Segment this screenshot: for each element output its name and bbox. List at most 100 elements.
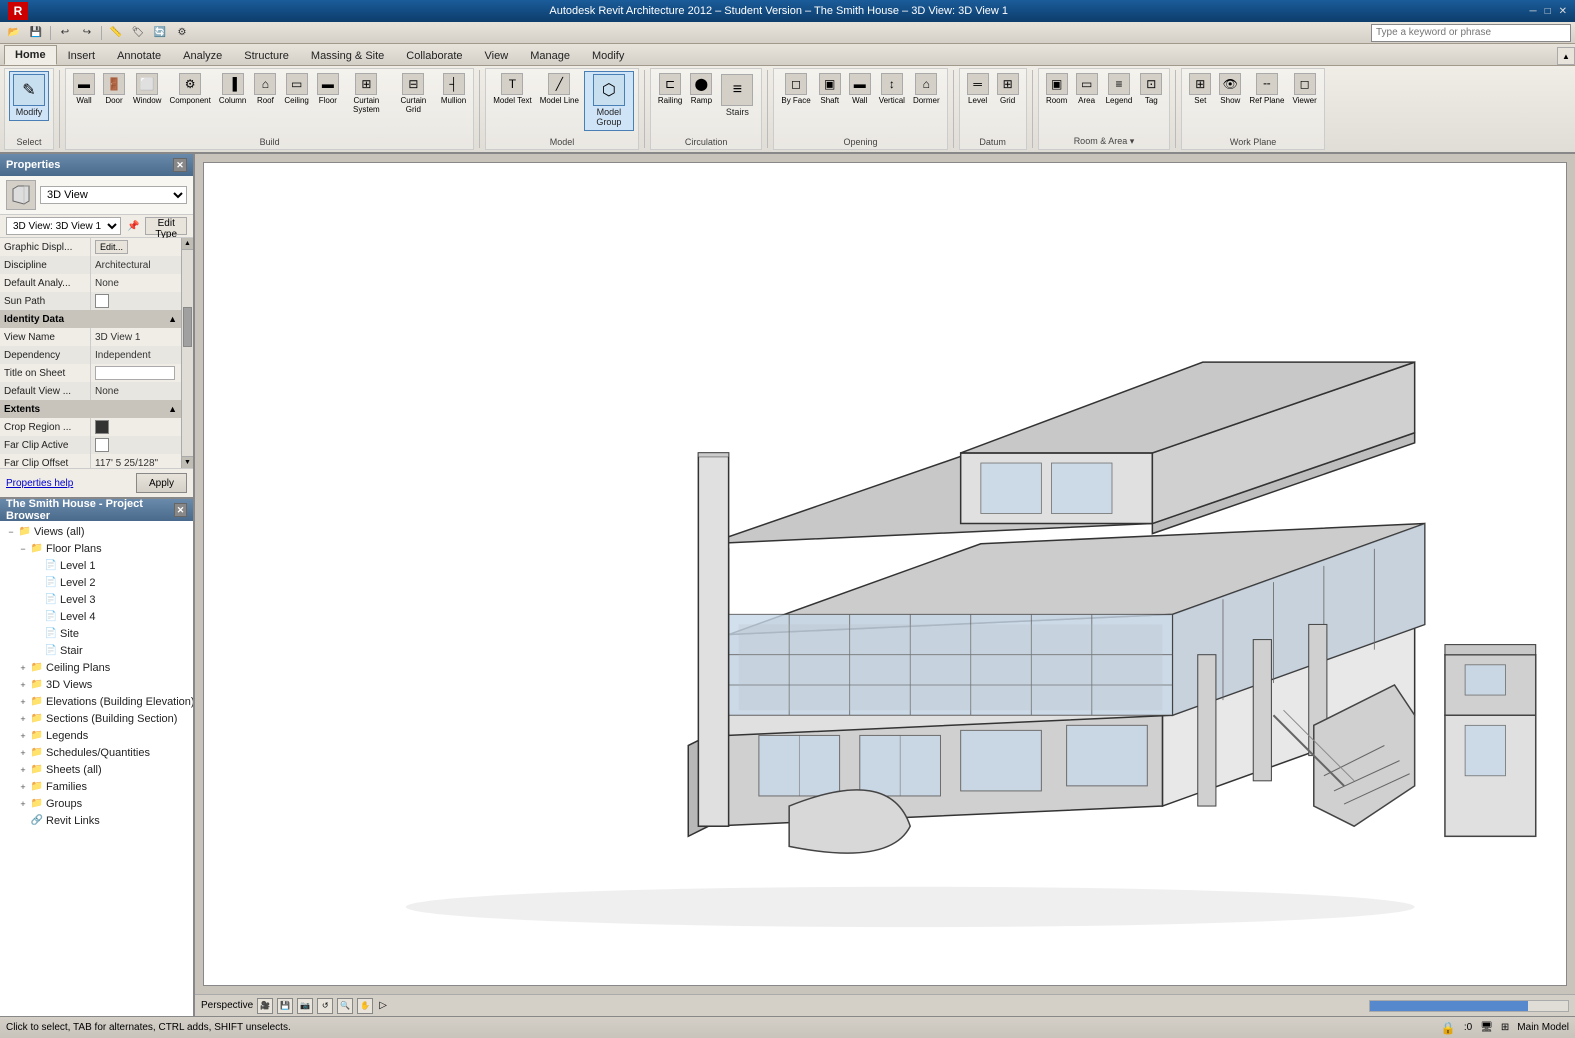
ribbon-btn-viewer[interactable]: ◻ Viewer [1289, 71, 1319, 107]
tree-item-legends[interactable]: + 📁 Legends [2, 727, 191, 744]
ribbon-btn-model-group[interactable]: ⬡ Model Group [584, 71, 634, 131]
prop-value-title-on-sheet[interactable] [91, 364, 182, 382]
ribbon-btn-railing[interactable]: ⊏ Railing [655, 71, 685, 107]
ribbon-collapse-btn[interactable]: ▲ [1557, 47, 1575, 65]
ribbon-btn-curtain-system[interactable]: ⊞ Curtain System [344, 71, 389, 116]
project-browser-content[interactable]: − 📁 Views (all) − 📁 Floor Plans 📄 Level … [0, 521, 193, 1016]
sun-path-checkbox[interactable] [95, 294, 109, 308]
ribbon-btn-room[interactable]: ▣ Room [1043, 71, 1071, 107]
ribbon-btn-dormer[interactable]: ⌂ Dormer [910, 71, 943, 107]
tree-expand-families[interactable]: + [16, 780, 30, 794]
ribbon-btn-stairs[interactable]: ≡ Stairs [717, 71, 757, 121]
ribbon-btn-column[interactable]: ▐ Column [216, 71, 250, 107]
properties-help-link[interactable]: Properties help [6, 478, 73, 489]
ribbon-btn-area[interactable]: ▭ Area [1073, 71, 1101, 107]
ribbon-btn-wall-opening[interactable]: ▬ Wall [846, 71, 874, 107]
qa-undo-btn[interactable]: ↩ [55, 24, 75, 42]
tab-annotate[interactable]: Annotate [106, 46, 172, 65]
properties-scroll-thumb[interactable] [183, 307, 192, 347]
tree-item-stair[interactable]: 📄 Stair [2, 642, 191, 659]
tree-item-level4[interactable]: 📄 Level 4 [2, 608, 191, 625]
ribbon-btn-vertical[interactable]: ↕ Vertical [876, 71, 908, 107]
qa-redo-btn[interactable]: ↪ [77, 24, 97, 42]
qa-settings-btn[interactable]: ⚙ [172, 24, 192, 42]
tree-item-level1[interactable]: 📄 Level 1 [2, 557, 191, 574]
instance-dropdown[interactable]: 3D View: 3D View 1 [6, 217, 121, 235]
tree-expand-sections[interactable]: + [16, 712, 30, 726]
tree-item-groups[interactable]: + 📁 Groups [2, 795, 191, 812]
tab-structure[interactable]: Structure [233, 46, 300, 65]
ribbon-btn-component[interactable]: ⚙ Component [166, 71, 213, 107]
tree-expand-floor-plans[interactable]: − [16, 542, 30, 556]
qa-save-btn[interactable]: 💾 [26, 24, 46, 42]
viewport-content[interactable] [203, 162, 1567, 986]
qa-measure-btn[interactable]: 📏 [106, 24, 126, 42]
ribbon-btn-ramp[interactable]: ⬤ Ramp [687, 71, 715, 107]
properties-scrollbar[interactable]: ▲ ▼ [181, 238, 193, 468]
tree-item-sections[interactable]: + 📁 Sections (Building Section) [2, 710, 191, 727]
tab-massing[interactable]: Massing & Site [300, 46, 395, 65]
maximize-btn[interactable]: □ [1545, 6, 1551, 17]
tree-item-families[interactable]: + 📁 Families [2, 778, 191, 795]
title-on-sheet-input[interactable] [95, 366, 175, 380]
tree-expand-ceiling-plans[interactable]: + [16, 661, 30, 675]
qa-tag-btn[interactable]: 🏷 [128, 24, 148, 42]
viewport-camera-btn[interactable]: 📷 [297, 998, 313, 1014]
ribbon-btn-legend[interactable]: ≡ Legend [1103, 71, 1136, 107]
properties-rows-scroll[interactable]: Graphic Displ... Edit... Discipline Arch… [0, 238, 193, 468]
graphic-disp-edit-btn[interactable]: Edit... [95, 240, 128, 254]
ribbon-btn-tag[interactable]: ⊡ Tag [1137, 71, 1165, 107]
tree-item-floor-plans[interactable]: − 📁 Floor Plans [2, 540, 191, 557]
viewport-save-btn[interactable]: 💾 [277, 998, 293, 1014]
ribbon-btn-mullion[interactable]: ┤ Mullion [438, 71, 469, 107]
ribbon-btn-level[interactable]: ═ Level [964, 71, 992, 107]
ribbon-btn-by-face[interactable]: ◻ By Face [778, 71, 813, 107]
close-btn[interactable]: ✕ [1559, 6, 1567, 17]
minimize-btn[interactable]: ─ [1529, 6, 1536, 17]
ribbon-btn-curtain-grid[interactable]: ⊟ Curtain Grid [391, 71, 436, 116]
ribbon-btn-ceiling[interactable]: ▭ Ceiling [281, 71, 311, 107]
tree-item-elevations[interactable]: + 📁 Elevations (Building Elevation) [2, 693, 191, 710]
ribbon-btn-shaft[interactable]: ▣ Shaft [816, 71, 844, 107]
ribbon-btn-set[interactable]: ⊞ Set [1186, 71, 1214, 107]
viewport-expand-btn[interactable]: ▷ [379, 1000, 387, 1011]
qa-sync-btn[interactable]: 🔄 [150, 24, 170, 42]
view-type-dropdown[interactable]: 3D View [40, 186, 187, 204]
tree-expand-views-all[interactable]: − [4, 525, 18, 539]
apply-btn[interactable]: Apply [136, 473, 187, 493]
perspective-icon-btn[interactable]: 🎥 [257, 998, 273, 1014]
identity-data-section-header[interactable]: Identity Data ▲ [0, 310, 181, 328]
viewport-pan-btn[interactable]: ✋ [357, 998, 373, 1014]
properties-scroll-up[interactable]: ▲ [182, 238, 193, 250]
ribbon-btn-ref-plane[interactable]: ╌ Ref Plane [1246, 71, 1287, 107]
tree-expand-legends[interactable]: + [16, 729, 30, 743]
tab-collaborate[interactable]: Collaborate [395, 46, 473, 65]
crop-region-checkbox[interactable] [95, 420, 109, 434]
ribbon-btn-roof[interactable]: ⌂ Roof [251, 71, 279, 107]
tab-home[interactable]: Home [4, 45, 57, 65]
tree-expand-elevations[interactable]: + [16, 695, 30, 709]
ribbon-btn-floor[interactable]: ▬ Floor [314, 71, 342, 107]
ribbon-btn-grid[interactable]: ⊞ Grid [994, 71, 1022, 107]
ribbon-btn-modify[interactable]: ✎ Modify [9, 71, 49, 121]
tree-item-revit-links[interactable]: 🔗 Revit Links [2, 812, 191, 829]
prop-value-sun-path[interactable] [91, 292, 182, 310]
project-browser-close-btn[interactable]: ✕ [174, 503, 187, 517]
properties-close-btn[interactable]: ✕ [173, 158, 187, 172]
tab-analyze[interactable]: Analyze [172, 46, 233, 65]
tree-expand-schedules[interactable]: + [16, 746, 30, 760]
tab-manage[interactable]: Manage [519, 46, 581, 65]
far-clip-active-checkbox[interactable] [95, 438, 109, 452]
tab-insert[interactable]: Insert [57, 46, 107, 65]
prop-value-far-clip-active[interactable] [91, 436, 182, 454]
tab-modify[interactable]: Modify [581, 46, 635, 65]
tree-item-ceiling-plans[interactable]: + 📁 Ceiling Plans [2, 659, 191, 676]
ribbon-btn-show[interactable]: 👁 Show [1216, 71, 1244, 107]
prop-value-crop-region[interactable] [91, 418, 182, 436]
tree-item-views-all[interactable]: − 📁 Views (all) [2, 523, 191, 540]
tree-item-level3[interactable]: 📄 Level 3 [2, 591, 191, 608]
tab-view[interactable]: View [474, 46, 520, 65]
tree-expand-sheets[interactable]: + [16, 763, 30, 777]
viewport-rotate-btn[interactable]: ↺ [317, 998, 333, 1014]
viewport-zoom-btn[interactable]: 🔍 [337, 998, 353, 1014]
